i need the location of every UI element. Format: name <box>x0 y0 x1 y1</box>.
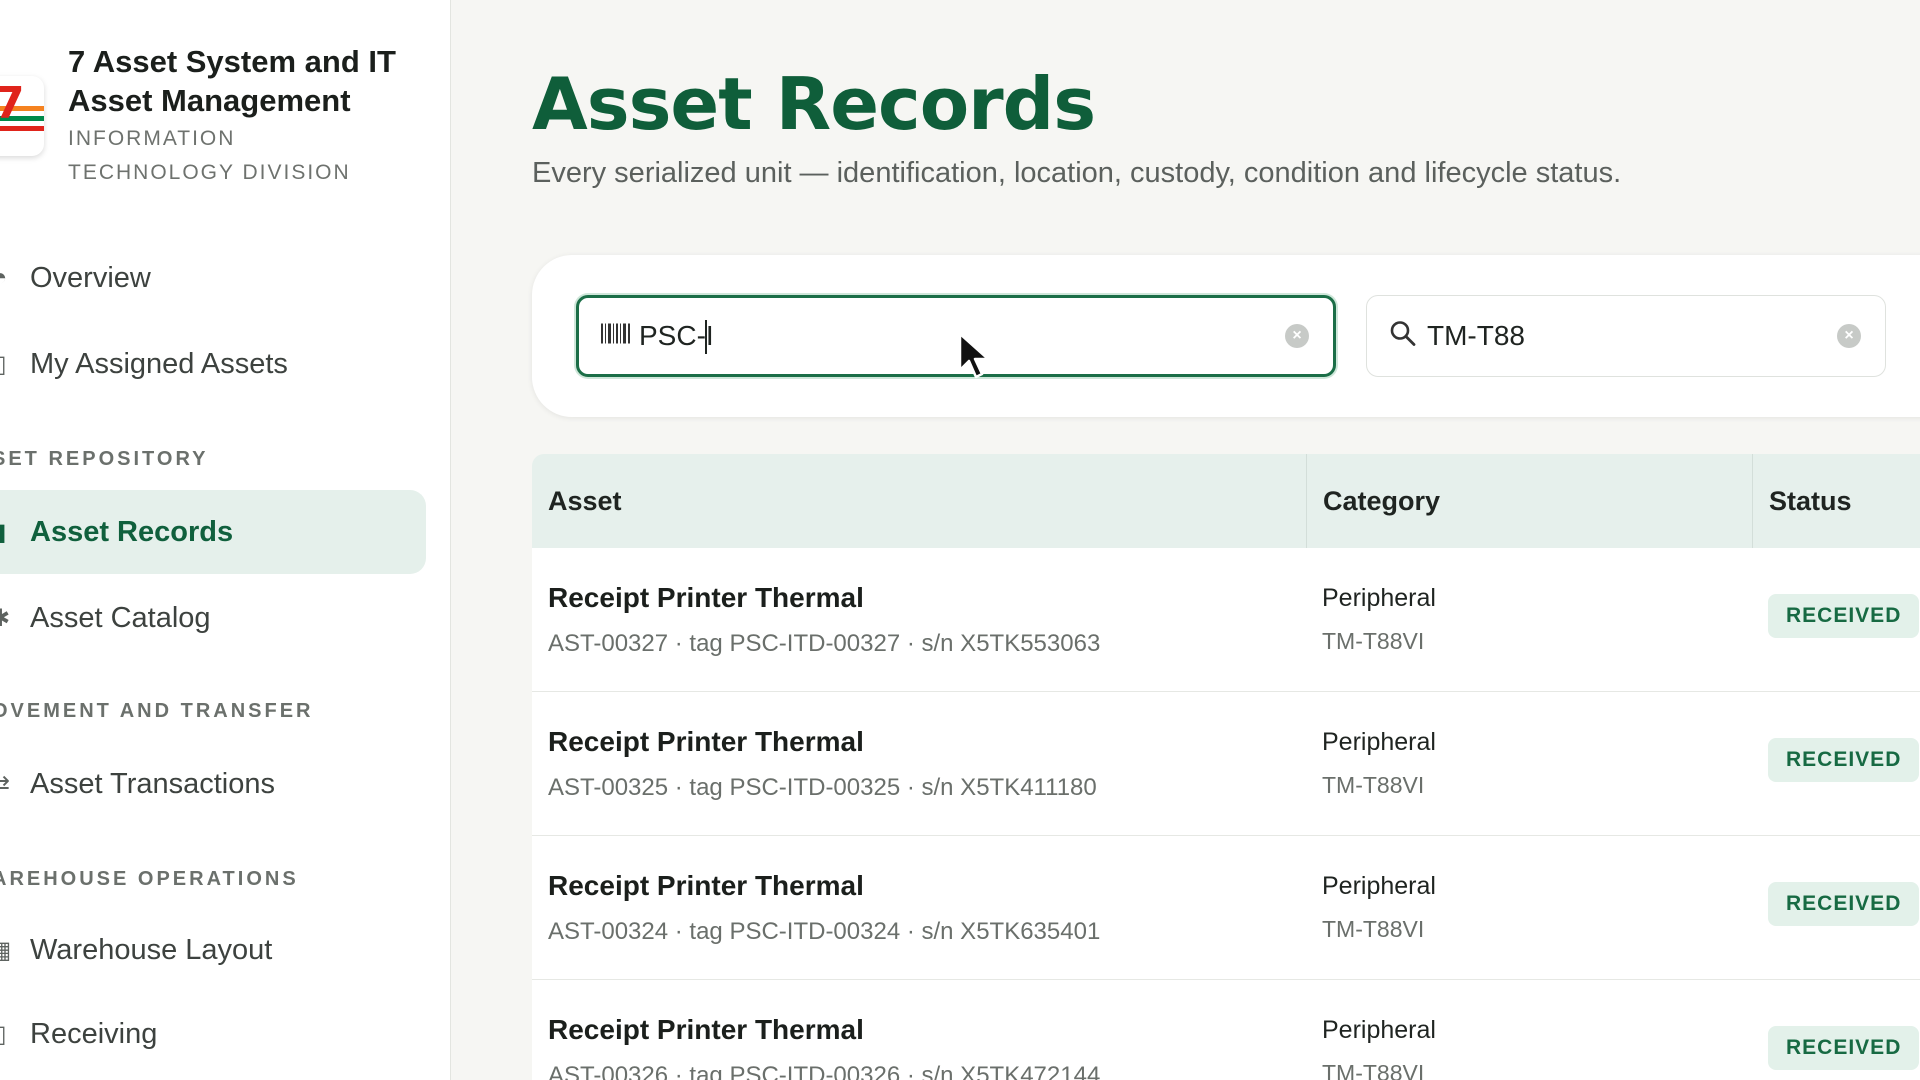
brand-title: 7 Asset System and IT Asset Management <box>68 44 396 118</box>
barcode-icon <box>601 322 631 351</box>
main-content: Asset Records Every serialized unit — id… <box>452 0 1920 1080</box>
asset-meta: AST-00327 · tag PSC-ITD-00327 · s/n X5TK… <box>548 630 1101 657</box>
column-header-category[interactable]: Category <box>1306 454 1752 548</box>
sidebar-item-overview[interactable]: ◔ Overview <box>0 236 426 320</box>
brand-subtitle: INFORMATION TECHNOLOGY DIVISION <box>68 127 351 184</box>
asset-name: Receipt Printer Thermal <box>548 726 864 757</box>
sidebar-item-label: Receiving <box>30 1017 158 1050</box>
sidebar-item-asset-records[interactable]: ▮ Asset Records <box>0 490 426 574</box>
tag-search-field[interactable]: × <box>576 295 1336 377</box>
sidebar-item-asset-catalog[interactable]: ✱ Asset Catalog <box>0 576 426 660</box>
asset-name: Receipt Printer Thermal <box>548 1014 864 1045</box>
brand-logo: 7 <box>0 76 44 156</box>
asset-model: TM-T88VI <box>1322 1060 1425 1080</box>
sidebar-item-receiving[interactable]: ▯ Receiving <box>0 992 426 1076</box>
mouse-cursor-icon <box>958 332 990 379</box>
sidebar-item-label: Warehouse Layout <box>30 933 273 966</box>
asset-table: Asset Category Status Receipt Printer Th… <box>532 454 1920 1080</box>
asset-category: Peripheral <box>1322 1016 1436 1044</box>
warehouse-icon: ▦ <box>0 936 11 964</box>
asset-meta: AST-00326 · tag PSC-ITD-00326 · s/n X5TK… <box>548 1062 1101 1080</box>
transactions-icon: ⇄ <box>0 770 10 798</box>
clear-model-search-button[interactable]: × <box>1837 324 1861 348</box>
text-caret <box>705 320 707 354</box>
receiving-icon: ▯ <box>0 1020 10 1048</box>
model-search-field[interactable]: × <box>1366 295 1920 377</box>
table-row[interactable]: Receipt Printer Thermal AST-00325 · tag … <box>532 692 1920 836</box>
sidebar: 7 7 Asset System and IT Asset Management… <box>0 0 451 1080</box>
clear-tag-search-button[interactable]: × <box>1285 324 1309 348</box>
overview-icon: ◔ <box>0 264 10 292</box>
asset-model: TM-T88VI <box>1322 628 1425 654</box>
nav-section-movement-and-transfer: OVEMENT AND TRANSFER <box>0 700 314 722</box>
sidebar-item-warehouse-layout[interactable]: ▦ Warehouse Layout <box>0 908 426 992</box>
sidebar-item-label: Asset Catalog <box>30 601 211 634</box>
tag-search-input[interactable] <box>639 298 1239 374</box>
sidebar-item-asset-transactions[interactable]: ⇄ Asset Transactions <box>0 742 426 826</box>
asset-model: TM-T88VI <box>1322 772 1425 798</box>
page-title: Asset Records <box>532 62 1096 146</box>
table-row[interactable]: Receipt Printer Thermal AST-00326 · tag … <box>532 980 1920 1080</box>
asset-model: TM-T88VI <box>1322 916 1425 942</box>
column-header-asset[interactable]: Asset <box>532 454 1306 548</box>
search-icon <box>1389 320 1417 353</box>
filter-card: × × <box>532 255 1920 417</box>
page-description: Every serialized unit — identification, … <box>532 157 1622 189</box>
status-badge: RECEIVED <box>1768 1026 1920 1070</box>
asset-category: Peripheral <box>1322 584 1436 612</box>
asset-name: Receipt Printer Thermal <box>548 870 864 901</box>
sidebar-item-my-assigned-assets[interactable]: ▯ My Assigned Assets <box>0 322 426 406</box>
table-header: Asset Category Status <box>532 454 1920 548</box>
asset-meta: AST-00325 · tag PSC-ITD-00325 · s/n X5TK… <box>548 774 1097 801</box>
asset-name: Receipt Printer Thermal <box>548 582 864 613</box>
sidebar-item-label: Overview <box>30 261 151 294</box>
asset-category: Peripheral <box>1322 728 1436 756</box>
catalog-icon: ✱ <box>0 604 10 632</box>
asset-meta: AST-00324 · tag PSC-ITD-00324 · s/n X5TK… <box>548 918 1101 945</box>
sidebar-item-label: Asset Transactions <box>30 767 275 800</box>
records-icon: ▮ <box>0 518 10 546</box>
nav-section-asset-repository: SET REPOSITORY <box>0 448 209 470</box>
column-header-status[interactable]: Status <box>1752 454 1920 548</box>
table-row[interactable]: Receipt Printer Thermal AST-00324 · tag … <box>532 836 1920 980</box>
brand-header: 7 7 Asset System and IT Asset Management… <box>0 40 440 200</box>
app-window: 7 7 Asset System and IT Asset Management… <box>0 0 1920 1080</box>
asset-category: Peripheral <box>1322 872 1436 900</box>
status-badge: RECEIVED <box>1768 882 1920 926</box>
sidebar-item-label: My Assigned Assets <box>30 347 288 380</box>
assigned-assets-icon: ▯ <box>0 350 10 378</box>
nav-section-warehouse-operations: AREHOUSE OPERATIONS <box>0 868 299 890</box>
sidebar-item-label: Asset Records <box>30 515 234 548</box>
logo-seven-glyph: 7 <box>0 82 25 126</box>
status-badge: RECEIVED <box>1768 594 1920 638</box>
table-row[interactable]: Receipt Printer Thermal AST-00327 · tag … <box>532 548 1920 692</box>
status-badge: RECEIVED <box>1768 738 1920 782</box>
